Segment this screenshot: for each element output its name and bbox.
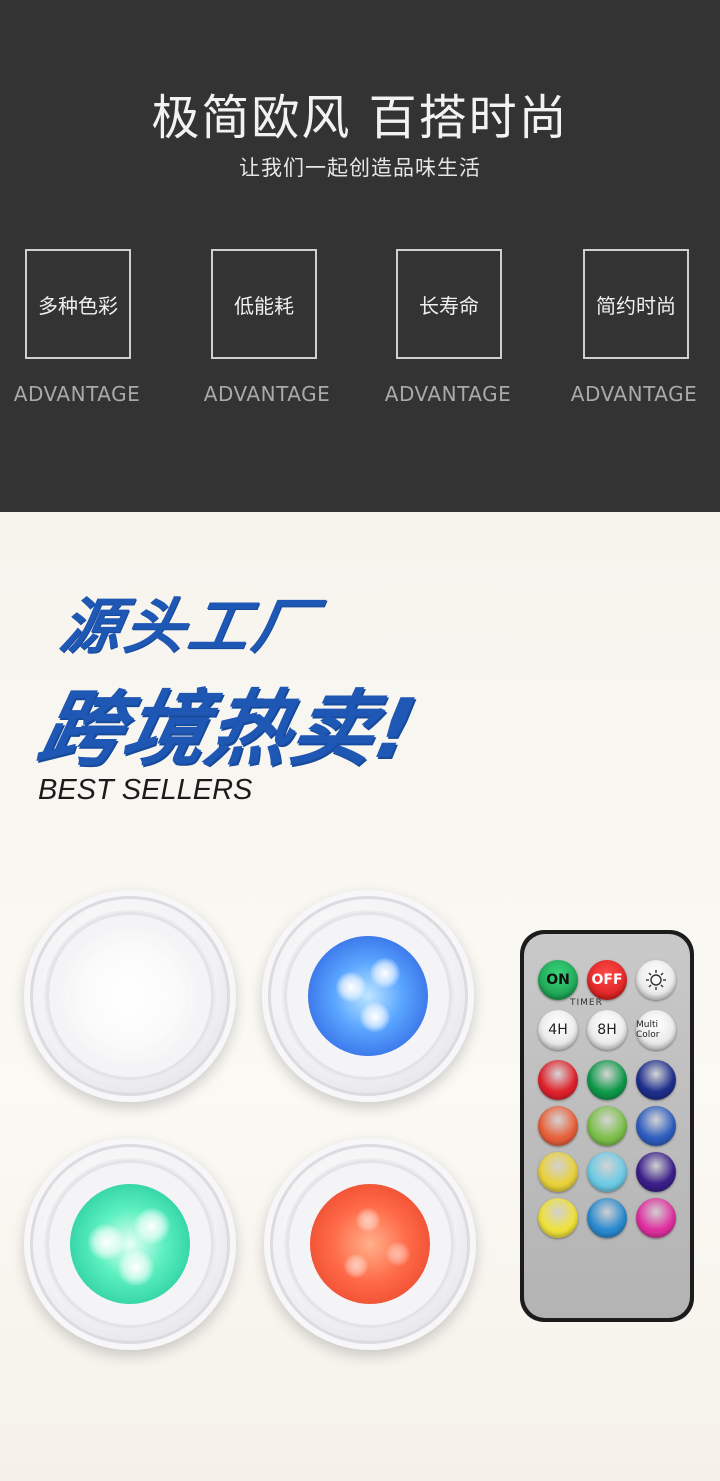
light-lens-green: [70, 1184, 190, 1304]
remote-color-button[interactable]: [636, 1198, 676, 1238]
remote-color-button[interactable]: [587, 1152, 627, 1192]
remote-color-button[interactable]: [587, 1198, 627, 1238]
led-glow: [336, 972, 366, 1002]
led-glow: [134, 1208, 170, 1244]
promo-best-sellers: BEST SELLERS: [38, 774, 253, 806]
led-glow: [344, 1254, 368, 1278]
feature-label: 低能耗: [234, 293, 294, 318]
led-glow: [356, 1208, 380, 1232]
feature-label: 长寿命: [419, 293, 479, 318]
remote-off-button[interactable]: OFF: [587, 960, 627, 1000]
remote-control: ON OFF TIMER 4H 8H Multi Color: [520, 930, 694, 1322]
light-lens-red: [310, 1184, 430, 1304]
remote-color-button[interactable]: [538, 1198, 578, 1238]
product-section: 源头工厂 跨境热卖! BEST SELLERS ON OFF TIMER 4H …: [0, 512, 720, 1481]
led-glow: [386, 1242, 410, 1266]
feature-box-low-energy: 低能耗: [211, 249, 317, 359]
remote-color-button[interactable]: [636, 1106, 676, 1146]
remote-color-button[interactable]: [538, 1106, 578, 1146]
puck-light-red: [264, 1138, 476, 1350]
led-glow: [118, 1250, 154, 1286]
feature-label: 多种色彩: [38, 293, 118, 318]
sun-icon: [646, 970, 666, 990]
feature-caption: ADVANTAGE: [13, 382, 141, 406]
remote-color-button[interactable]: [636, 1060, 676, 1100]
light-lens-blue: [308, 936, 428, 1056]
feature-caption: ADVANTAGE: [203, 382, 331, 406]
remote-color-button[interactable]: [538, 1152, 578, 1192]
remote-face: ON OFF TIMER 4H 8H Multi Color: [524, 934, 690, 1318]
feature-caption: ADVANTAGE: [384, 382, 512, 406]
remote-brightness-button[interactable]: [636, 960, 676, 1000]
page-title: 极简欧风 百搭时尚: [151, 90, 569, 146]
promo-heading-hot-sale: 跨境热卖!: [30, 682, 426, 777]
promo-heading-factory: 源头工厂: [54, 592, 324, 662]
timer-label: TIMER: [570, 998, 603, 1008]
page-subtitle: 让我们一起创造品味生活: [239, 156, 481, 180]
feature-box-stylish: 简约时尚: [583, 249, 689, 359]
remote-color-button[interactable]: [538, 1060, 578, 1100]
remote-color-button[interactable]: [636, 1152, 676, 1192]
remote-timer-4h-button[interactable]: 4H: [538, 1010, 578, 1050]
feature-box-long-life: 长寿命: [396, 249, 502, 359]
led-glow: [88, 1224, 124, 1260]
led-glow: [360, 1002, 390, 1032]
puck-light-blue: [262, 890, 474, 1102]
feature-label: 简约时尚: [596, 293, 676, 318]
remote-multicolor-button[interactable]: Multi Color: [636, 1010, 676, 1050]
remote-color-button[interactable]: [587, 1060, 627, 1100]
led-glow: [370, 958, 400, 988]
remote-color-button[interactable]: [587, 1106, 627, 1146]
puck-light-white: [24, 890, 236, 1102]
feature-caption: ADVANTAGE: [570, 382, 698, 406]
header-section: 极简欧风 百搭时尚 让我们一起创造品味生活 多种色彩 低能耗 长寿命 简约时尚 …: [0, 0, 720, 512]
puck-light-green: [24, 1138, 236, 1350]
feature-box-colors: 多种色彩: [25, 249, 131, 359]
remote-timer-8h-button[interactable]: 8H: [587, 1010, 627, 1050]
light-lens-white: [70, 936, 190, 1056]
remote-on-button[interactable]: ON: [538, 960, 578, 1000]
